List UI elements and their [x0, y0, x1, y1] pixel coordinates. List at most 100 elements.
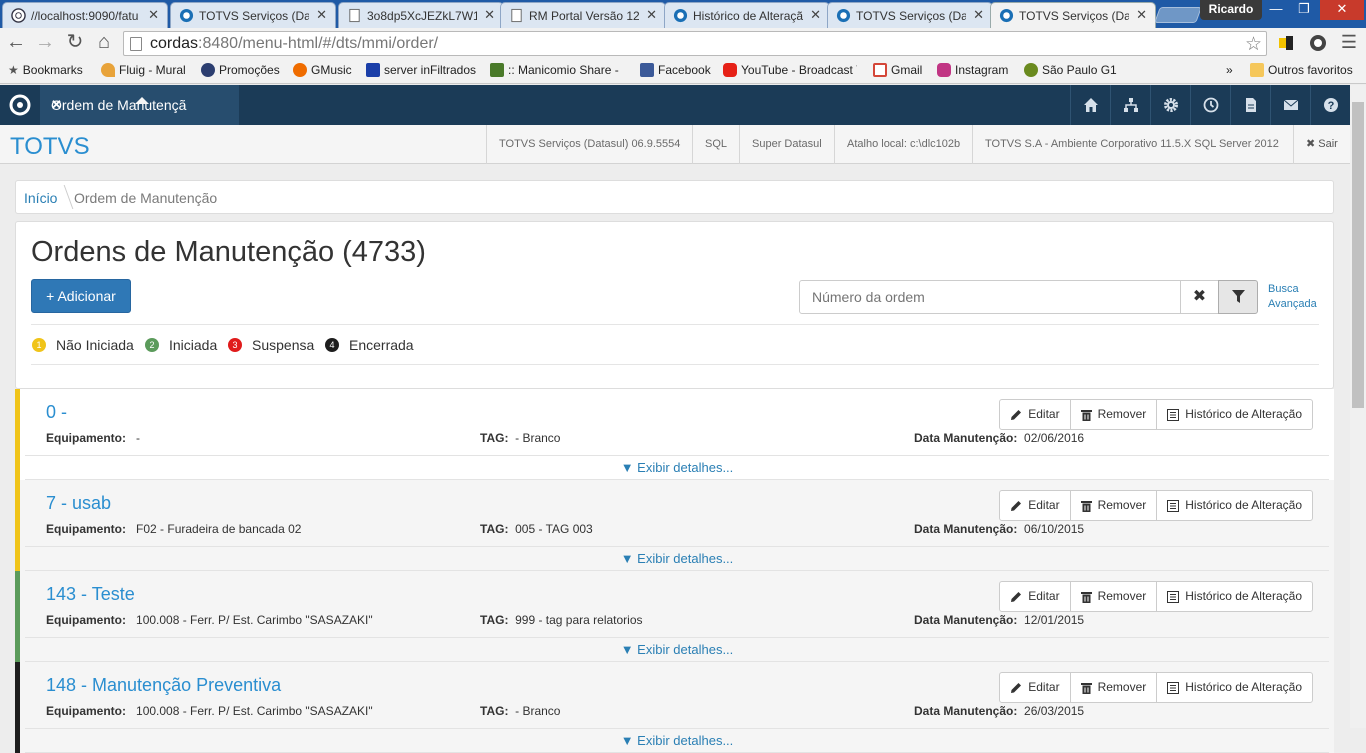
bookmarks-overflow-icon[interactable]: »	[1226, 63, 1233, 77]
show-details-link[interactable]: ▼ Exibir detalhes...	[25, 455, 1329, 480]
home-page-icon[interactable]: ⌂	[93, 32, 115, 54]
search-input[interactable]	[799, 280, 1181, 314]
app-tab-order[interactable]: Ordem de Manutençã ✕	[40, 85, 239, 125]
show-details-link[interactable]: ▼ Exibir detalhes...	[25, 546, 1329, 571]
close-icon[interactable]: ✕	[148, 7, 159, 23]
close-icon[interactable]: ✕	[1136, 7, 1147, 23]
document-icon[interactable]	[1230, 85, 1270, 125]
bookmark-item[interactable]: YouTube - Broadcast Y	[723, 63, 857, 77]
profile-button[interactable]: Ricardo	[1200, 0, 1262, 20]
bookmark-item[interactable]: Gmail	[873, 63, 922, 77]
page-info-icon[interactable]	[130, 37, 142, 51]
clock-icon[interactable]	[1190, 85, 1230, 125]
bookmark-star-icon[interactable]: ☆	[1245, 33, 1262, 56]
tab-title: RM Portal Versão 12	[529, 9, 639, 23]
remove-button[interactable]: Remover	[1069, 490, 1158, 521]
remove-button[interactable]: Remover	[1069, 672, 1158, 703]
advanced-search-link[interactable]: Busca Avançada	[1268, 282, 1317, 312]
close-icon[interactable]: ✕	[810, 7, 821, 23]
show-details-link[interactable]: ▼ Exibir detalhes...	[25, 728, 1329, 753]
date-label: Data Manutenção:	[914, 613, 1018, 627]
breadcrumb-home[interactable]: Início	[24, 190, 57, 206]
reload-icon[interactable]: ↻	[64, 32, 86, 54]
history-button[interactable]: Histórico de Alteração	[1156, 490, 1313, 521]
order-title[interactable]: 143 - Teste	[46, 584, 135, 605]
close-icon[interactable]: ✕	[973, 7, 984, 23]
clear-search-icon[interactable]: ✖	[1180, 280, 1219, 314]
history-button[interactable]: Histórico de Alteração	[1156, 672, 1313, 703]
browser-tab-active[interactable]: TOTVS Serviços (Data ✕	[990, 2, 1156, 28]
history-button[interactable]: Histórico de Alteração	[1156, 581, 1313, 612]
order-header: 7 - usab Editar Remover Histórico de Alt…	[25, 480, 1329, 546]
bookmark-item[interactable]: Instagram	[937, 63, 1008, 77]
minimize-icon[interactable]: —	[1262, 0, 1290, 20]
brand-title: TOTVS	[10, 133, 90, 160]
restore-icon[interactable]: ❐	[1290, 0, 1318, 20]
edit-button[interactable]: Editar	[999, 490, 1071, 521]
date-label: Data Manutenção:	[914, 431, 1018, 445]
order-title[interactable]: 7 - usab	[46, 493, 111, 514]
bookmark-item[interactable]: server inFiltrados	[366, 63, 476, 77]
mail-icon[interactable]	[1270, 85, 1310, 125]
bookmark-item[interactable]: São Paulo G1	[1024, 63, 1117, 77]
browser-tab[interactable]: TOTVS Serviços (Data ✕	[827, 2, 993, 28]
extension-icon[interactable]	[1276, 33, 1296, 53]
filter-button[interactable]	[1218, 280, 1258, 314]
logout-button[interactable]: ✖ Sair	[1293, 125, 1350, 164]
extension-icon[interactable]	[1308, 33, 1328, 53]
history-label: Histórico de Alteração	[1185, 589, 1302, 603]
bookmark-item[interactable]: GMusic	[293, 63, 352, 77]
sitemap-icon[interactable]	[1110, 85, 1150, 125]
remove-button[interactable]: Remover	[1069, 581, 1158, 612]
browser-tab[interactable]: TOTVS Serviços (Data ✕	[170, 2, 336, 28]
help-icon[interactable]: ?	[1310, 85, 1350, 125]
browser-tab-strip: //localhost:9090/fatu ✕ TOTVS Serviços (D…	[0, 0, 1366, 28]
bookmark-item[interactable]: Facebook	[640, 63, 711, 77]
back-icon[interactable]: ←	[5, 32, 27, 54]
home-icon[interactable]	[1070, 85, 1110, 125]
browser-tab[interactable]: 3o8dp5XcJEZkL7W1 ✕	[338, 2, 504, 28]
add-button[interactable]: + Adicionar	[31, 279, 131, 313]
url-host: cordas	[150, 35, 199, 52]
window-close-icon[interactable]: ✕	[1320, 0, 1364, 20]
bookmark-item[interactable]: :: Manicomio Share - /	[490, 63, 620, 77]
date-field: Data Manutenção: 06/10/2015	[914, 522, 1084, 536]
trash-icon	[1080, 591, 1092, 603]
remove-button[interactable]: Remover	[1069, 399, 1158, 430]
browser-tab[interactable]: //localhost:9090/fatu ✕	[2, 2, 168, 28]
browser-tab[interactable]: RM Portal Versão 12 ✕	[500, 2, 666, 28]
order-title[interactable]: 148 - Manutenção Preventiva	[46, 675, 281, 696]
scrollbar-thumb[interactable]	[1352, 102, 1364, 408]
trash-icon	[1080, 409, 1092, 421]
edit-button[interactable]: Editar	[999, 399, 1071, 430]
bookmark-item[interactable]: ★ Bookmarks	[8, 63, 83, 77]
edit-label: Editar	[1028, 407, 1060, 421]
bookmark-label: Fluig - Mural	[119, 63, 186, 77]
edit-button[interactable]: Editar	[999, 581, 1071, 612]
bookmark-item[interactable]: Fluig - Mural	[101, 63, 186, 77]
order-title[interactable]: 0 -	[46, 402, 67, 423]
address-bar[interactable]: cordas:8480/menu-html/#/dts/mmi/order/ ☆	[123, 31, 1267, 56]
menu-icon[interactable]: ☰	[1338, 32, 1360, 54]
browser-tab[interactable]: Histórico de Alteraçã ✕	[664, 2, 830, 28]
tab-title: TOTVS Serviços (Data	[856, 9, 966, 23]
bookmark-item[interactable]: Promoções	[201, 63, 280, 77]
legend-label: Suspensa	[252, 337, 315, 353]
legend-label: Iniciada	[169, 337, 218, 353]
close-icon[interactable]: ✕	[484, 7, 495, 23]
history-button[interactable]: Histórico de Alteração	[1156, 399, 1313, 430]
gear-icon[interactable]	[1150, 85, 1190, 125]
new-tab-button[interactable]	[1154, 7, 1202, 23]
totvs-logo-icon[interactable]	[0, 85, 40, 125]
edit-button[interactable]: Editar	[999, 672, 1071, 703]
forward-icon[interactable]: →	[34, 32, 56, 54]
show-details-link[interactable]: ▼ Exibir detalhes...	[25, 637, 1329, 662]
close-icon[interactable]: ✕	[646, 7, 657, 23]
date-value: 12/01/2015	[1024, 613, 1085, 627]
bookmark-label: Facebook	[658, 63, 711, 77]
other-bookmarks[interactable]: Outros favoritos	[1250, 63, 1353, 77]
date-value: 02/06/2016	[1024, 431, 1085, 445]
orders-header-card: Ordens de Manutenção (4733) + Adicionar …	[15, 221, 1334, 389]
close-icon[interactable]: ✕	[316, 7, 327, 23]
equipment-field: Equipamento: 100.008 - Ferr. P/ Est. Car…	[46, 613, 373, 627]
